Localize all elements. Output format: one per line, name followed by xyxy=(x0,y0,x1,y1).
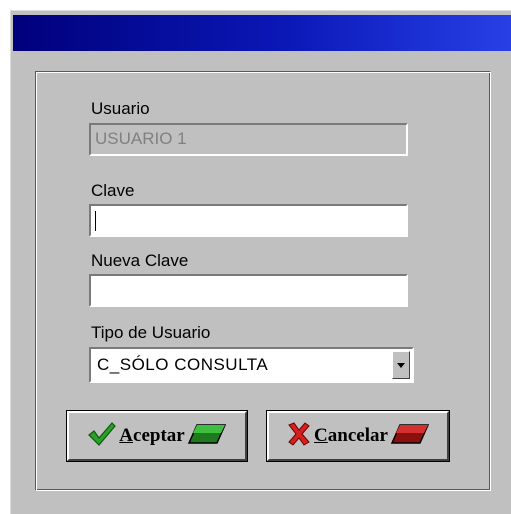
aceptar-label: Aceptar xyxy=(119,425,185,446)
clave-password-field[interactable] xyxy=(89,204,408,237)
red-eraser-icon xyxy=(390,423,430,450)
nueva-clave-label: Nueva Clave xyxy=(91,251,189,270)
chevron-down-icon xyxy=(397,363,405,368)
aceptar-button[interactable]: Aceptar xyxy=(66,410,248,462)
usuario-field: USUARIO 1 xyxy=(89,123,408,156)
title-bar[interactable] xyxy=(13,15,511,51)
x-mark-icon xyxy=(286,421,312,451)
green-eraser-icon xyxy=(187,423,227,450)
tipo-usuario-select[interactable]: C_SÓLO CONSULTA xyxy=(89,347,414,383)
dialog-window: Usuario USUARIO 1 Clave Nueva Clave Tipo… xyxy=(10,10,511,514)
cancelar-label: Cancelar xyxy=(314,425,388,446)
clave-label: Clave xyxy=(91,181,135,200)
cancelar-button[interactable]: Cancelar xyxy=(266,410,450,462)
text-caret xyxy=(95,211,96,231)
tipo-usuario-value: C_SÓLO CONSULTA xyxy=(97,355,269,374)
nueva-clave-field[interactable] xyxy=(89,274,408,307)
tipo-usuario-label: Tipo de Usuario xyxy=(91,323,211,342)
usuario-label: Usuario xyxy=(91,99,150,118)
checkmark-icon xyxy=(87,421,117,452)
dropdown-button[interactable] xyxy=(392,351,410,379)
